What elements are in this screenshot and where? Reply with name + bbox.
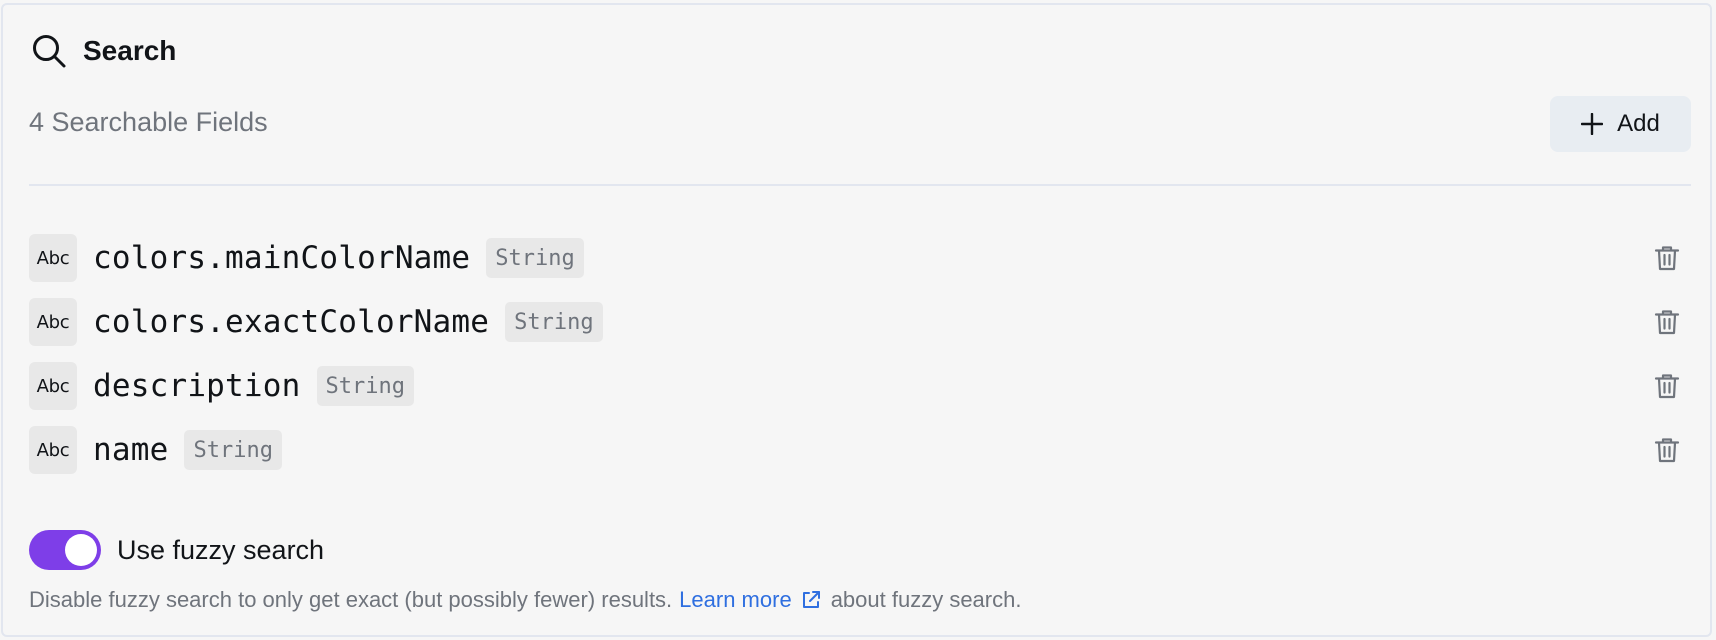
string-type-icon: Abc xyxy=(29,362,77,410)
search-settings-panel: Search 4 Searchable Fields Add Abc color… xyxy=(1,3,1712,637)
section-title: Search xyxy=(83,35,177,66)
search-icon xyxy=(31,33,67,69)
field-row: Abc colors.mainColorName String xyxy=(29,234,1691,282)
trash-icon[interactable] xyxy=(1653,308,1681,336)
field-name: description xyxy=(93,368,301,404)
fuzzy-search-label: Use fuzzy search xyxy=(117,534,325,565)
searchable-fields-list: Abc colors.mainColorName String Abc colo… xyxy=(29,234,1691,490)
fuzzy-search-help: Disable fuzzy search to only get exact (… xyxy=(29,587,1021,613)
string-type-icon: Abc xyxy=(29,426,77,474)
trash-icon[interactable] xyxy=(1653,244,1681,272)
field-type-badge: String xyxy=(486,238,584,278)
plus-icon xyxy=(1581,113,1604,135)
field-row: Abc colors.exactColorName String xyxy=(29,298,1691,346)
string-type-icon: Abc xyxy=(29,234,77,282)
searchable-fields-count: 4 Searchable Fields xyxy=(29,107,268,137)
string-type-icon: Abc xyxy=(29,298,77,346)
add-button-label: Add xyxy=(1617,110,1660,137)
field-name: name xyxy=(93,432,169,468)
field-type-badge: String xyxy=(316,366,414,406)
trash-icon[interactable] xyxy=(1653,372,1681,400)
field-type-badge: String xyxy=(184,430,282,470)
learn-more-label: Learn more xyxy=(679,587,792,612)
fuzzy-search-setting: Use fuzzy search xyxy=(29,530,324,570)
field-name: colors.mainColorName xyxy=(93,240,471,276)
toggle-knob xyxy=(65,534,97,566)
field-row: Abc name String xyxy=(29,426,1691,474)
add-field-button[interactable]: Add xyxy=(1550,96,1691,152)
learn-more-link[interactable]: Learn more xyxy=(679,587,822,613)
help-text: Disable fuzzy search to only get exact (… xyxy=(29,587,673,612)
external-link-icon xyxy=(800,589,822,611)
field-type-badge: String xyxy=(505,302,603,342)
help-text-suffix: about fuzzy search. xyxy=(830,587,1022,612)
field-name: colors.exactColorName xyxy=(93,304,490,340)
field-row: Abc description String xyxy=(29,362,1691,410)
divider xyxy=(29,184,1691,186)
section-header: Search xyxy=(31,33,176,69)
trash-icon[interactable] xyxy=(1653,436,1681,464)
fuzzy-search-toggle[interactable] xyxy=(29,530,101,570)
